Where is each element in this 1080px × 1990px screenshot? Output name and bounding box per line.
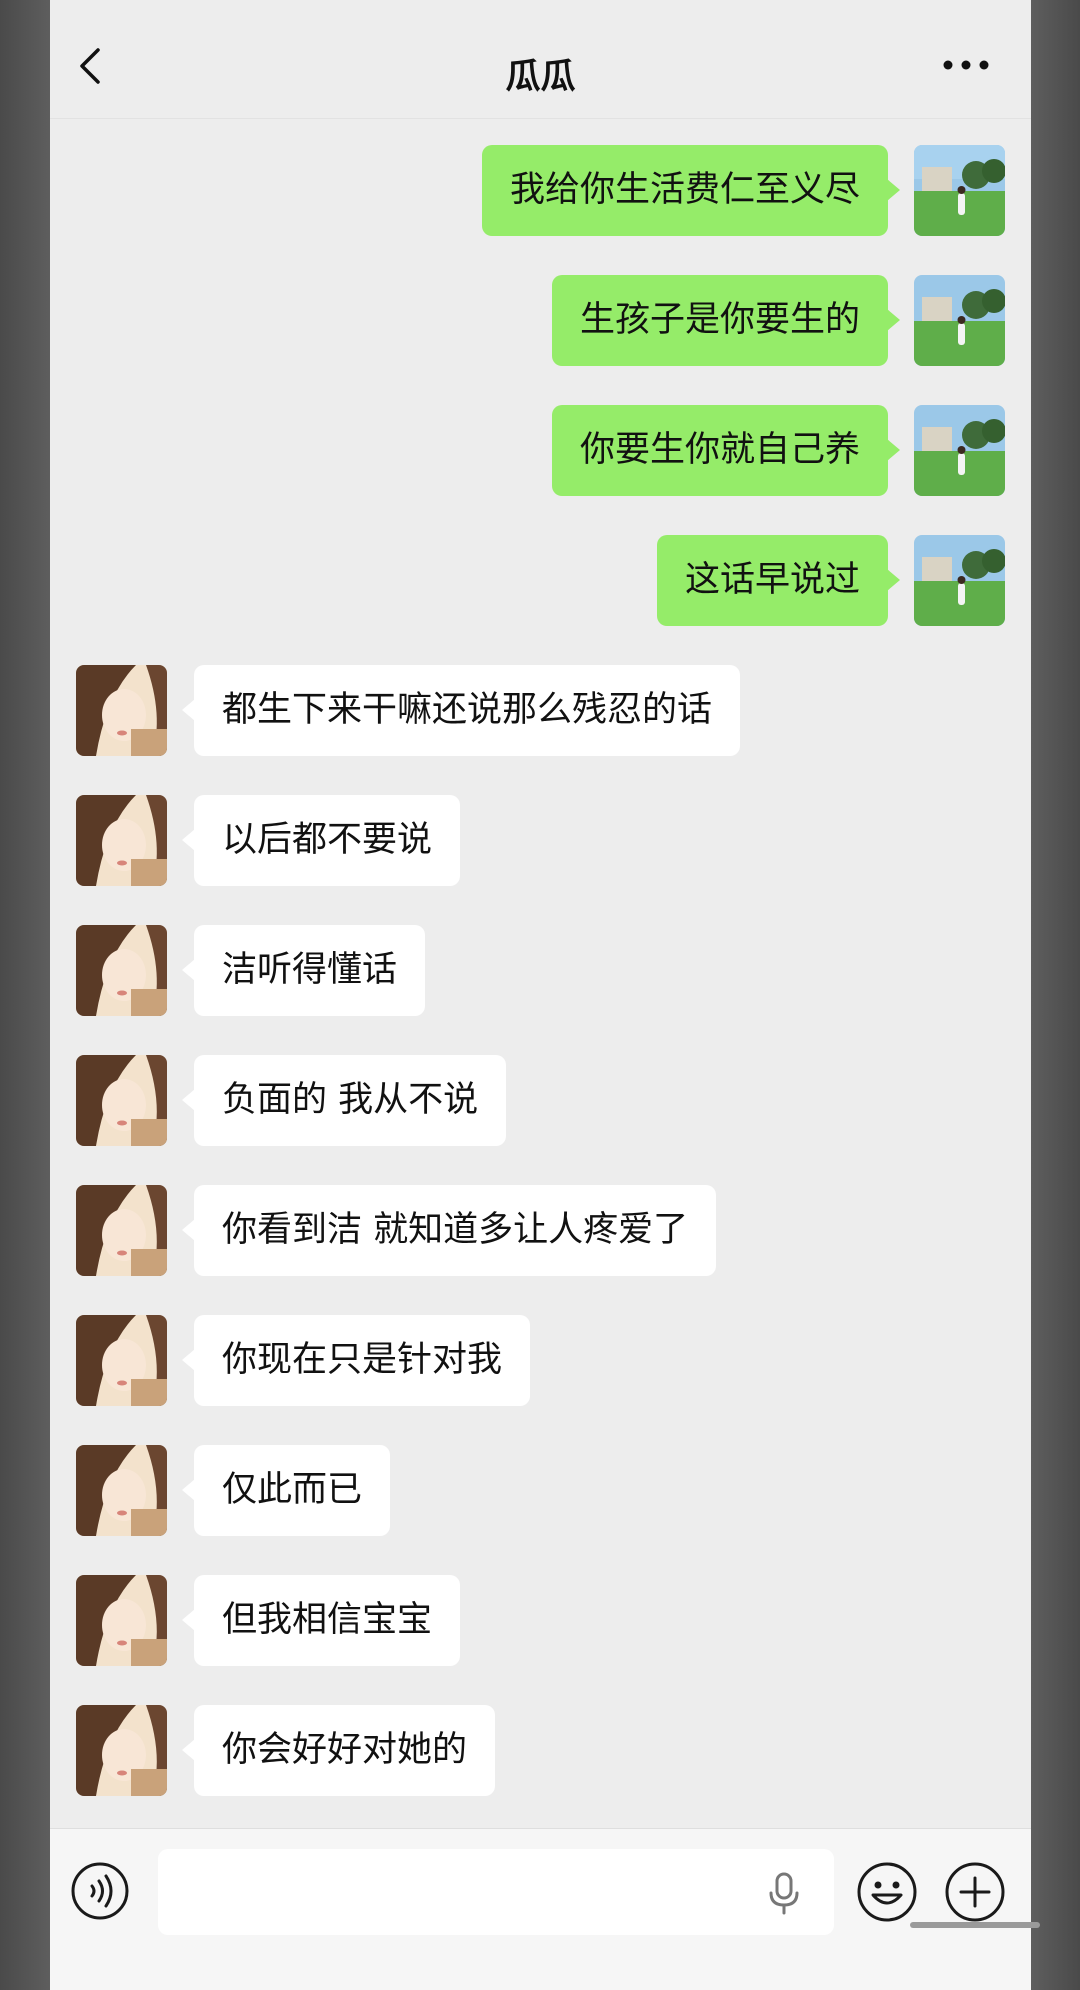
chat-header: 瓜瓜	[50, 0, 1031, 119]
message-row-incoming: 仅此而已	[50, 1445, 1031, 1537]
contact-avatar[interactable]	[76, 795, 167, 886]
chat-screen: 瓜瓜 我给你生活费仁至义尽 生孩子是你要生的 你要生你就自己养 这话早说过 都生…	[50, 0, 1031, 1990]
contact-avatar[interactable]	[76, 1445, 167, 1536]
message-bubble-outgoing[interactable]: 生孩子是你要生的	[551, 275, 901, 366]
chat-title: 瓜瓜	[505, 57, 576, 97]
plus-icon[interactable]	[944, 1861, 1006, 1923]
home-indicator	[910, 1922, 1040, 1928]
microphone-icon[interactable]	[762, 1871, 806, 1917]
message-bubble-outgoing[interactable]: 我给你生活费仁至义尽	[481, 145, 901, 236]
contact-avatar[interactable]	[76, 1315, 167, 1406]
message-row-outgoing: 这话早说过	[50, 535, 1031, 627]
contact-avatar[interactable]	[76, 1185, 167, 1276]
message-bubble-incoming[interactable]: 以后都不要说	[181, 795, 461, 886]
message-row-incoming: 你看到洁 就知道多让人疼爱了	[50, 1185, 1031, 1277]
my-avatar[interactable]	[914, 405, 1005, 496]
message-row-incoming: 洁听得懂话	[50, 925, 1031, 1017]
contact-avatar[interactable]	[76, 665, 167, 756]
message-bubble-incoming[interactable]: 你现在只是针对我	[181, 1315, 531, 1406]
message-bubble-outgoing[interactable]: 这话早说过	[656, 535, 901, 626]
voice-icon[interactable]	[70, 1861, 130, 1921]
message-bubble-incoming[interactable]: 但我相信宝宝	[181, 1575, 461, 1666]
contact-avatar[interactable]	[76, 1575, 167, 1666]
my-avatar[interactable]	[914, 275, 1005, 366]
message-row-incoming: 负面的 我从不说	[50, 1055, 1031, 1147]
message-row-incoming: 你会好好对她的	[50, 1705, 1031, 1797]
contact-avatar[interactable]	[76, 1705, 167, 1796]
message-bubble-incoming[interactable]: 负面的 我从不说	[181, 1055, 507, 1146]
message-input[interactable]	[158, 1849, 834, 1935]
message-row-outgoing: 生孩子是你要生的	[50, 275, 1031, 367]
emoji-icon[interactable]	[856, 1861, 918, 1923]
message-bubble-outgoing[interactable]: 你要生你就自己养	[551, 405, 901, 496]
contact-avatar[interactable]	[76, 925, 167, 1016]
input-bar	[50, 1828, 1031, 1990]
message-bubble-incoming[interactable]: 你看到洁 就知道多让人疼爱了	[181, 1185, 717, 1276]
message-bubble-incoming[interactable]: 洁听得懂话	[181, 925, 426, 1016]
message-bubble-incoming[interactable]: 你会好好对她的	[181, 1705, 496, 1796]
message-row-incoming: 以后都不要说	[50, 795, 1031, 887]
message-row-incoming: 都生下来干嘛还说那么残忍的话	[50, 665, 1031, 757]
message-row-incoming: 你现在只是针对我	[50, 1315, 1031, 1407]
message-row-outgoing: 我给你生活费仁至义尽	[50, 145, 1031, 237]
message-row-incoming: 但我相信宝宝	[50, 1575, 1031, 1667]
my-avatar[interactable]	[914, 535, 1005, 626]
contact-avatar[interactable]	[76, 1055, 167, 1146]
message-row-outgoing: 你要生你就自己养	[50, 405, 1031, 497]
right-bezel	[1031, 0, 1080, 1990]
more-dots-icon[interactable]	[941, 55, 991, 75]
message-list[interactable]: 我给你生活费仁至义尽 生孩子是你要生的 你要生你就自己养 这话早说过 都生下来干…	[50, 118, 1031, 1828]
my-avatar[interactable]	[914, 145, 1005, 236]
message-bubble-incoming[interactable]: 仅此而已	[181, 1445, 391, 1536]
left-bezel	[0, 0, 50, 1990]
message-bubble-incoming[interactable]: 都生下来干嘛还说那么残忍的话	[181, 665, 741, 756]
